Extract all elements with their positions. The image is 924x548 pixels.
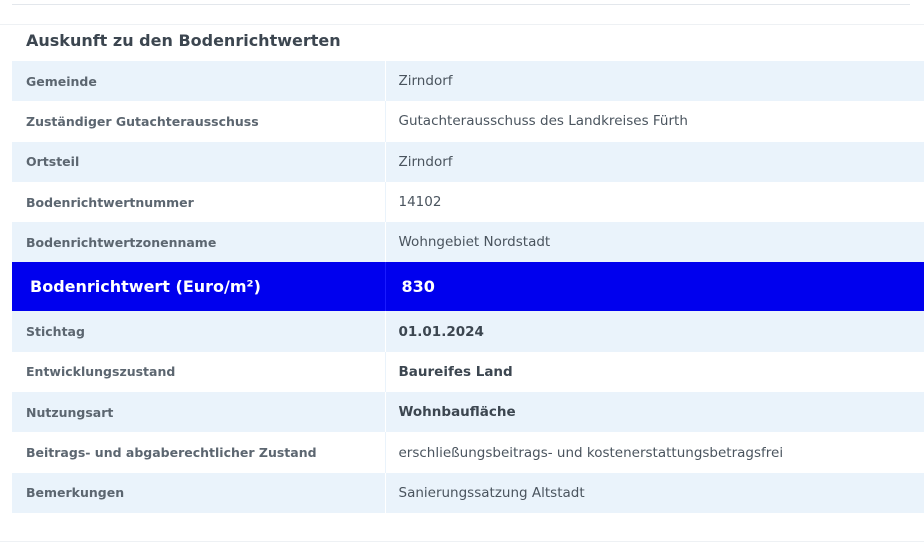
panel-title: Auskunft zu den Bodenrichtwerten bbox=[26, 31, 341, 50]
row-label: Ortsteil bbox=[12, 141, 386, 182]
row-label: Bemerkungen bbox=[12, 472, 386, 513]
row-value: Wohnbaufläche bbox=[385, 392, 924, 433]
bodenrichtwert-label: Bodenrichtwert (Euro/m²) bbox=[12, 262, 386, 312]
row-label: Beitrags- und abgaberechtlicher Zustand bbox=[12, 432, 386, 473]
top-strip bbox=[0, 0, 924, 25]
table-row-gemeinde: Gemeinde Zirndorf bbox=[12, 61, 924, 102]
table-row-gutachterausschuss: Zuständiger Gutachterausschuss Gutachter… bbox=[12, 101, 924, 142]
row-label: Bodenrichtwertnummer bbox=[12, 181, 386, 223]
table-row-nutzungsart: Nutzungsart Wohnbaufläche bbox=[12, 392, 924, 433]
row-value: Zirndorf bbox=[385, 61, 924, 102]
row-label: Entwicklungszustand bbox=[12, 351, 386, 393]
row-label: Nutzungsart bbox=[12, 392, 386, 433]
row-value: Baureifes Land bbox=[385, 351, 924, 393]
row-value: 14102 bbox=[385, 181, 924, 223]
table-row-stichtag: Stichtag 01.01.2024 bbox=[12, 311, 924, 352]
table-row-entwicklungszustand: Entwicklungszustand Baureifes Land bbox=[12, 351, 924, 393]
row-value: 01.01.2024 bbox=[385, 311, 924, 352]
row-value: Zirndorf bbox=[385, 141, 924, 182]
table-row-bemerkungen: Bemerkungen Sanierungssatzung Altstadt bbox=[12, 472, 924, 513]
info-table: Gemeinde Zirndorf Zuständiger Gutachtera… bbox=[12, 61, 924, 513]
row-value: Gutachterausschuss des Landkreises Fürth bbox=[385, 101, 924, 142]
row-value: Wohngebiet Nordstadt bbox=[385, 222, 924, 263]
table-row-zonenname: Bodenrichtwertzonenname Wohngebiet Nords… bbox=[12, 222, 924, 263]
row-value: erschließungsbeitrags- und kostenerstatt… bbox=[385, 432, 924, 473]
table-row-bodenrichtwert: Bodenrichtwert (Euro/m²) 830 bbox=[12, 262, 924, 312]
table-row-beitragszustand: Beitrags- und abgaberechtlicher Zustand … bbox=[12, 432, 924, 473]
row-label: Bodenrichtwertzonenname bbox=[12, 222, 386, 263]
row-value: Sanierungssatzung Altstadt bbox=[385, 472, 924, 513]
row-label: Zuständiger Gutachterausschuss bbox=[12, 101, 386, 142]
row-label: Gemeinde bbox=[12, 61, 386, 102]
table-row-bodenrichtwertnummer: Bodenrichtwertnummer 14102 bbox=[12, 181, 924, 223]
row-label: Stichtag bbox=[12, 311, 386, 352]
bodenrichtwert-panel: Auskunft zu den Bodenrichtwerten Gemeind… bbox=[12, 24, 924, 513]
table-row-ortsteil: Ortsteil Zirndorf bbox=[12, 141, 924, 182]
bodenrichtwert-value: 830 bbox=[385, 262, 924, 312]
